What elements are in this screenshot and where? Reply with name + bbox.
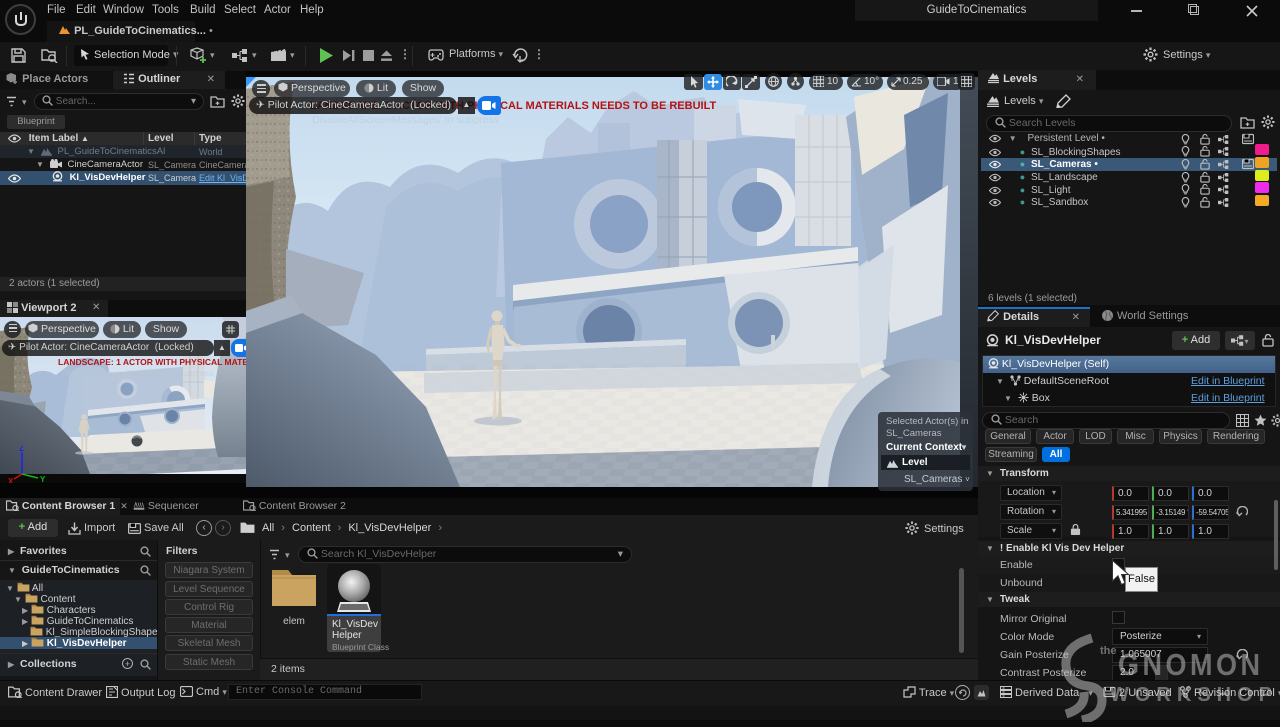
svg-text:Z: Z [19, 446, 24, 453]
